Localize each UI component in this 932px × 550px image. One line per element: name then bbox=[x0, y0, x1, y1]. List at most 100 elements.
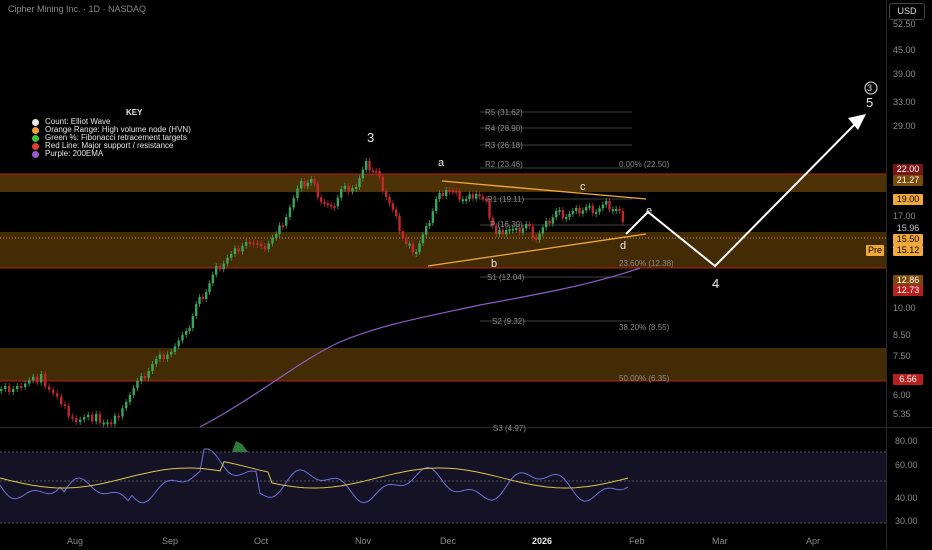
candle-body bbox=[285, 217, 288, 226]
fib-pivot-label: S2 (9.32) bbox=[492, 317, 525, 326]
candle-body bbox=[143, 376, 147, 378]
wave-label: 3 bbox=[367, 130, 375, 145]
candle-body bbox=[195, 304, 198, 316]
legend-title: KEY bbox=[126, 108, 143, 117]
premarket-tag: Pre bbox=[866, 245, 884, 256]
wave-label: c bbox=[580, 181, 586, 193]
candle-body bbox=[588, 205, 591, 208]
candle-body bbox=[288, 207, 292, 217]
candle-body bbox=[16, 386, 19, 389]
candle-body bbox=[125, 402, 128, 409]
hvn-zone-upper bbox=[0, 174, 886, 192]
candle-body bbox=[571, 211, 575, 214]
chart-canvas[interactable] bbox=[0, 0, 932, 550]
symbol-header[interactable]: Cipher Mining Inc. · 1D · NASDAQ bbox=[8, 4, 146, 14]
candle-body bbox=[40, 374, 43, 383]
candle-body bbox=[428, 223, 431, 226]
currency-button[interactable]: USD bbox=[889, 3, 925, 20]
legend-dot-icon bbox=[32, 150, 39, 158]
candle-body bbox=[162, 354, 165, 359]
hvn-zone-lower bbox=[0, 348, 886, 381]
candle-body bbox=[316, 183, 320, 198]
candle-body bbox=[191, 316, 195, 328]
fib-pivot-label: 50.00% (6.35) bbox=[619, 374, 670, 383]
candle-body bbox=[300, 181, 303, 189]
candle-body bbox=[598, 208, 601, 212]
price-label: 6.56 bbox=[893, 374, 923, 385]
wave-label: 5 bbox=[866, 95, 874, 110]
price-label: 21.27 bbox=[893, 175, 923, 186]
time-axis-label: Nov bbox=[355, 536, 372, 546]
candle-body bbox=[136, 381, 139, 388]
candle-body bbox=[128, 395, 132, 402]
candle-body bbox=[263, 246, 267, 250]
candle-body bbox=[278, 225, 281, 234]
candle-body bbox=[248, 242, 252, 244]
candle-body bbox=[140, 376, 143, 381]
fib-pivot-label: S1 (12.04) bbox=[487, 273, 525, 282]
candle-body bbox=[621, 211, 625, 222]
candle-body bbox=[166, 354, 169, 359]
candle-body bbox=[87, 414, 90, 418]
fib-pivot-label: R4 (28.90) bbox=[485, 124, 523, 133]
candle-body bbox=[245, 242, 248, 246]
candle-body bbox=[435, 199, 438, 211]
candle-body bbox=[79, 419, 82, 422]
candle-body bbox=[565, 217, 568, 219]
candle-body bbox=[575, 208, 578, 211]
rsi-axis-tick: 30.00 bbox=[895, 516, 918, 526]
candle-body bbox=[83, 417, 86, 420]
candle-body bbox=[98, 414, 102, 423]
candle-body bbox=[501, 229, 505, 235]
candle-body bbox=[267, 243, 270, 250]
candle-body bbox=[498, 229, 501, 234]
legend-dot-icon bbox=[32, 126, 39, 134]
candle-body bbox=[388, 197, 391, 204]
fib-pivot-label: R3 (26.18) bbox=[485, 141, 523, 150]
candle-body bbox=[548, 221, 551, 224]
candle-body bbox=[215, 266, 218, 275]
candle-body bbox=[296, 188, 299, 198]
time-axis-label: Feb bbox=[629, 536, 645, 546]
candle-body bbox=[95, 414, 98, 422]
candle-body bbox=[528, 224, 531, 227]
wave-label: 4 bbox=[712, 276, 720, 291]
candle-body bbox=[405, 237, 408, 244]
candle-body bbox=[551, 217, 555, 224]
candle-body bbox=[371, 170, 375, 173]
candle-body bbox=[461, 199, 465, 202]
fib-pivot-label: 23.60% (12.38) bbox=[619, 259, 674, 268]
candle-body bbox=[252, 242, 255, 245]
candle-body bbox=[361, 169, 365, 179]
candle-body bbox=[303, 181, 306, 187]
candle-body bbox=[271, 237, 274, 244]
candle-body bbox=[32, 376, 35, 381]
candle-body bbox=[525, 224, 528, 229]
candle-body bbox=[541, 227, 545, 234]
candle-body bbox=[425, 226, 428, 235]
candle-body bbox=[60, 396, 63, 404]
candle-body bbox=[170, 352, 173, 355]
candle-body bbox=[468, 194, 471, 199]
candle-body bbox=[451, 190, 455, 193]
candle-body bbox=[226, 257, 229, 264]
candle-body bbox=[605, 201, 608, 205]
candle-body bbox=[310, 179, 313, 183]
candle-body bbox=[292, 198, 295, 208]
candle-body bbox=[198, 297, 201, 304]
candle-body bbox=[368, 161, 371, 171]
candle-body bbox=[241, 245, 244, 252]
candle-body bbox=[395, 209, 398, 216]
candle-body bbox=[110, 422, 113, 425]
candle-body bbox=[275, 234, 278, 238]
candle-body bbox=[421, 234, 425, 244]
candle-body bbox=[391, 203, 395, 210]
price-label: 19.00 bbox=[893, 194, 923, 205]
time-axis-label: Sep bbox=[162, 536, 179, 546]
wave-label: a bbox=[438, 157, 445, 169]
candle-body bbox=[106, 422, 109, 425]
candle-body bbox=[336, 197, 340, 207]
candle-body bbox=[102, 422, 105, 425]
wave-label: b bbox=[491, 258, 498, 270]
candle-body bbox=[67, 405, 70, 417]
